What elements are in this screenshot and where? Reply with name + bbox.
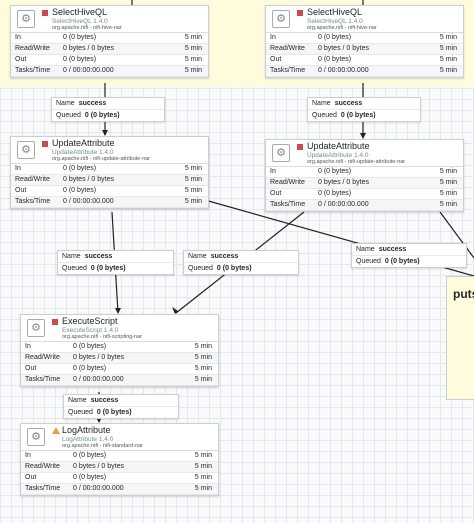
stats-in-row: In 0 (0 bytes) 5 min [11,164,208,175]
connection-label-5[interactable]: Name success Queued 0 (0 bytes) [351,243,467,268]
processor-updateattribute-1[interactable]: ⚙ UpdateAttribute UpdateAttribute 1.4.0 … [10,136,209,209]
processor-name: ExecuteScript [62,316,118,326]
connection-label-2[interactable]: Name success Queued 0 (0 bytes) [307,97,421,122]
stats-tasks-row: Tasks/Time 0 / 00:00:00.000 5 min [21,375,218,386]
stopped-icon [52,319,58,325]
processor-name: SelectHiveQL [52,7,108,17]
process-group-label: puts [453,287,474,301]
gear-icon: ⚙ [272,10,290,28]
stats-out-row: Out 0 (0 bytes) 5 min [266,55,463,66]
processor-type: LogAttribute 1.4.0 [62,436,114,443]
processor-selecthiveql-1[interactable]: ⚙ SelectHiveQL SelectHiveQL 1.4.0 org.ap… [10,5,209,78]
processor-logattribute[interactable]: ⚙ LogAttribute LogAttribute 1.4.0 org.ap… [20,423,219,496]
stats-out-row: Out 0 (0 bytes) 5 min [21,364,218,375]
processor-executescript[interactable]: ⚙ ExecuteScript ExecuteScript 1.4.0 org.… [20,314,219,387]
warning-icon [52,427,60,434]
stats-tasks-row: Tasks/Time 0 / 00:00:00.000 5 min [266,66,463,77]
processor-name: UpdateAttribute [307,141,370,151]
processor-name: SelectHiveQL [307,7,363,17]
processor-type: ExecuteScript 1.4.0 [62,327,119,334]
stats-rw-row: Read/Write 0 bytes / 0 bytes 5 min [266,178,463,189]
stats-out-row: Out 0 (0 bytes) 5 min [11,55,208,66]
stats-in-row: In 0 (0 bytes) 5 min [21,342,218,353]
stats-tasks-row: Tasks/Time 0 / 00:00:00.000 5 min [21,484,218,495]
processor-name: UpdateAttribute [52,138,115,148]
stats-in-row: In 0 (0 bytes) 5 min [21,451,218,462]
stats-tasks-row: Tasks/Time 0 / 00:00:00.000 5 min [11,197,208,208]
processor-name: LogAttribute [62,425,111,435]
stats-out-row: Out 0 (0 bytes) 5 min [21,473,218,484]
connection-label-6[interactable]: Name success Queued 0 (0 bytes) [63,394,179,419]
processor-type: UpdateAttribute 1.4.0 [307,152,369,159]
processor-type: UpdateAttribute 1.4.0 [52,149,114,156]
stats-in-row: In 0 (0 bytes) 5 min [266,167,463,178]
stats-out-row: Out 0 (0 bytes) 5 min [11,186,208,197]
stats-in-row: In 0 (0 bytes) 5 min [266,33,463,44]
stats-rw-row: Read/Write 0 bytes / 0 bytes 5 min [266,44,463,55]
processor-bundle: org.apache.nifi - nifi-update-attribute-… [52,156,151,162]
processor-bundle: org.apache.nifi - nifi-hive-nar [52,25,122,31]
process-group-puts[interactable]: puts [446,276,474,400]
processor-updateattribute-2[interactable]: ⚙ UpdateAttribute UpdateAttribute 1.4.0 … [265,139,464,212]
processor-selecthiveql-2[interactable]: ⚙ SelectHiveQL SelectHiveQL 1.4.0 org.ap… [265,5,464,78]
processor-bundle: org.apache.nifi - nifi-standard-nar [62,443,144,449]
gear-icon: ⚙ [27,428,45,446]
stopped-icon [42,141,48,147]
gear-icon: ⚙ [17,141,35,159]
stats-rw-row: Read/Write 0 bytes / 0 bytes 5 min [11,175,208,186]
stopped-icon [297,144,303,150]
stopped-icon [42,10,48,16]
processor-type: SelectHiveQL 1.4.0 [52,18,108,25]
stats-in-row: In 0 (0 bytes) 5 min [11,33,208,44]
processor-bundle: org.apache.nifi - nifi-scripting-nar [62,334,143,340]
stats-rw-row: Read/Write 0 bytes / 0 bytes 5 min [11,44,208,55]
processor-bundle: org.apache.nifi - nifi-update-attribute-… [307,159,406,165]
connection-label-4[interactable]: Name success Queued 0 (0 bytes) [183,250,299,275]
stats-rw-row: Read/Write 0 bytes / 0 bytes 5 min [21,462,218,473]
stats-tasks-row: Tasks/Time 0 / 00:00:00.000 5 min [266,200,463,211]
gear-icon: ⚙ [27,319,45,337]
gear-icon: ⚙ [17,10,35,28]
stats-out-row: Out 0 (0 bytes) 5 min [266,189,463,200]
connection-label-3[interactable]: Name success Queued 0 (0 bytes) [57,250,174,275]
processor-type: SelectHiveQL 1.4.0 [307,18,363,25]
stats-tasks-row: Tasks/Time 0 / 00:00:00.000 5 min [11,66,208,77]
stopped-icon [297,10,303,16]
connection-label-1[interactable]: Name success Queued 0 (0 bytes) [51,97,165,122]
gear-icon: ⚙ [272,144,290,162]
stats-rw-row: Read/Write 0 bytes / 0 bytes 5 min [21,353,218,364]
processor-bundle: org.apache.nifi - nifi-hive-nar [307,25,377,31]
